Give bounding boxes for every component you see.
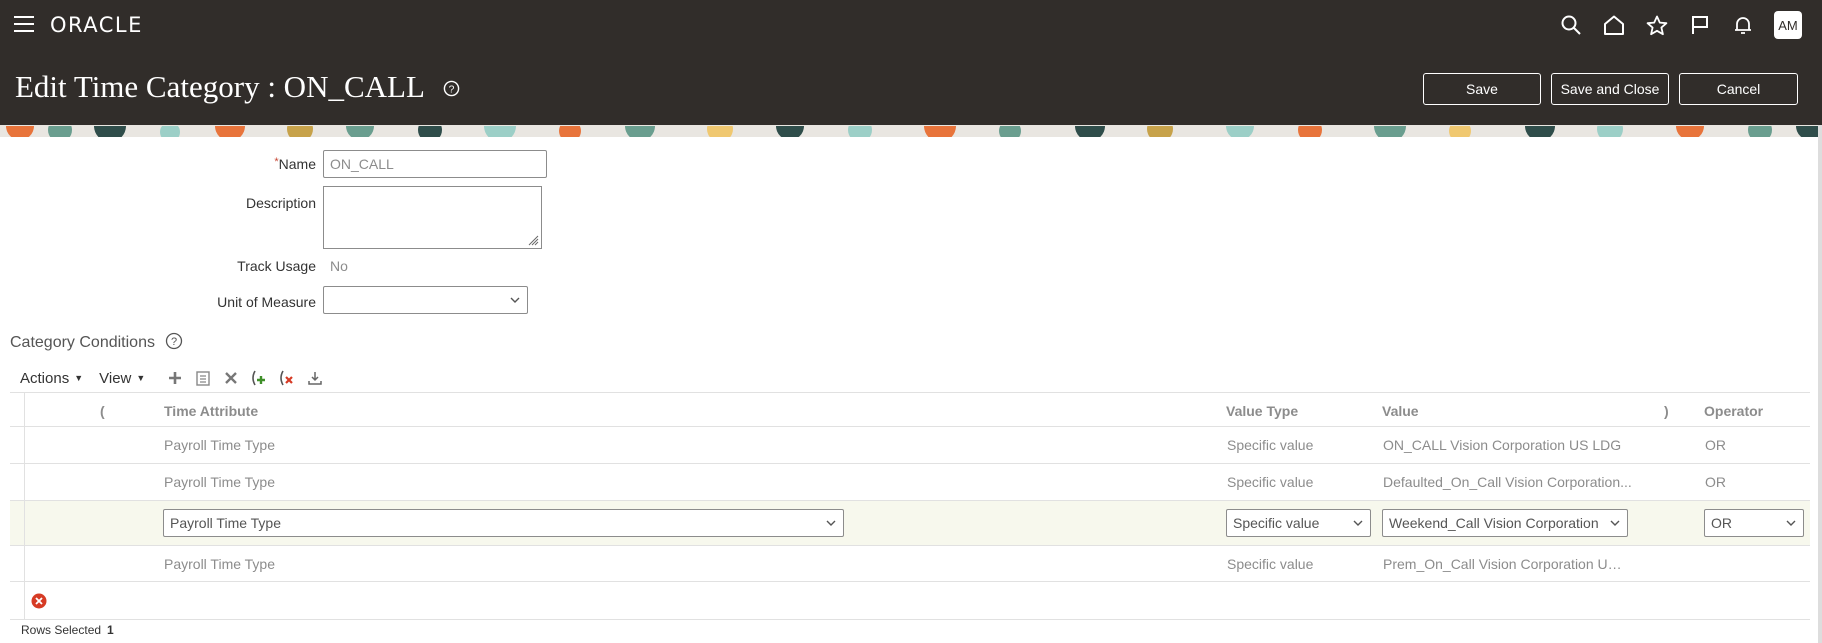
oracle-logo[interactable]: ORACLE — [50, 13, 143, 37]
table-row-selected[interactable]: Payroll Time Type Specific value Weekend… — [10, 501, 1810, 546]
view-menu[interactable]: View ▼ — [99, 370, 145, 387]
add-icon[interactable] — [161, 367, 189, 389]
chevron-down-icon — [1353, 520, 1363, 526]
help-icon[interactable]: ? — [165, 332, 183, 350]
unit-of-measure-select[interactable] — [323, 286, 528, 314]
time-attribute-cell: Payroll Time Type — [164, 556, 276, 572]
value-type-cell: Specific value — [1227, 474, 1314, 490]
operator-value: OR — [1711, 515, 1732, 531]
col-time-attribute[interactable]: Time Attribute — [164, 403, 258, 419]
bell-icon[interactable] — [1721, 10, 1764, 40]
delete-icon[interactable] — [217, 367, 245, 389]
row-marker — [10, 501, 25, 545]
name-label: *Name — [274, 156, 316, 172]
page-title: Edit Time Category : ON_CALL — [15, 69, 425, 104]
flag-icon[interactable] — [1678, 10, 1721, 40]
star-icon[interactable] — [1635, 10, 1678, 40]
home-icon[interactable] — [1592, 10, 1635, 40]
row-marker — [10, 393, 25, 426]
table-row-error — [10, 582, 1810, 620]
time-attribute-cell: Payroll Time Type — [164, 474, 276, 490]
error-icon[interactable] — [31, 593, 47, 609]
page-scrollbar[interactable] — [1818, 125, 1822, 643]
value-type-select[interactable]: Specific value — [1226, 509, 1371, 537]
value-cell: ON_CALL Vision Corporation US LDG — [1383, 437, 1622, 453]
track-usage-value: No — [330, 258, 348, 274]
chevron-down-icon — [1610, 520, 1620, 526]
resize-handle-icon[interactable] — [527, 234, 539, 246]
chevron-down-icon — [510, 297, 520, 303]
conditions-toolbar: Actions ▼ View ▼ — [20, 366, 329, 390]
global-icons: AM — [1549, 10, 1802, 40]
name-input[interactable]: ON_CALL — [323, 150, 547, 178]
save-and-close-button[interactable]: Save and Close — [1551, 73, 1669, 105]
time-attribute-cell: Payroll Time Type — [164, 437, 276, 453]
search-icon[interactable] — [1549, 10, 1592, 40]
value-value: Weekend_Call Vision Corporation U — [1389, 515, 1603, 531]
svg-text:?: ? — [171, 336, 177, 348]
col-operator[interactable]: Operator — [1704, 403, 1763, 419]
unit-of-measure-label: Unit of Measure — [217, 294, 316, 310]
menu-icon[interactable] — [14, 16, 34, 32]
time-attribute-value: Payroll Time Type — [170, 515, 282, 531]
help-icon[interactable]: ? — [443, 80, 460, 97]
description-label: Description — [245, 195, 316, 211]
cancel-button[interactable]: Cancel — [1679, 73, 1798, 105]
col-open-paren[interactable]: ( — [100, 403, 105, 419]
row-marker — [10, 582, 25, 619]
value-type-value: Specific value — [1233, 515, 1320, 531]
rows-selected-label: Rows Selected — [21, 623, 102, 637]
global-header: ORACLE AM — [0, 0, 1822, 50]
user-avatar[interactable]: AM — [1774, 11, 1802, 39]
svg-text:?: ? — [449, 84, 455, 95]
value-cell: Prem_On_Call Vision Corporation US ... — [1383, 556, 1628, 572]
duplicate-icon[interactable] — [189, 367, 217, 389]
value-type-cell: Specific value — [1227, 556, 1314, 572]
category-conditions-title: Category Conditions ? — [10, 332, 183, 352]
export-icon[interactable] — [301, 367, 329, 389]
value-cell: Defaulted_On_Call Vision Corporation... — [1383, 474, 1632, 490]
table-header-row: ( Time Attribute Value Type Value ) Oper… — [10, 392, 1810, 427]
rows-selected-status: Rows Selected 1 — [21, 623, 114, 637]
operator-cell: OR — [1705, 474, 1726, 490]
rows-selected-count: 1 — [107, 623, 114, 637]
col-close-paren[interactable]: ) — [1664, 403, 1669, 419]
value-select[interactable]: Weekend_Call Vision Corporation U — [1382, 509, 1628, 537]
chevron-down-icon — [1786, 520, 1796, 526]
remove-condition-icon[interactable] — [273, 367, 301, 389]
row-marker — [10, 427, 25, 463]
row-marker — [10, 464, 25, 500]
track-usage-label: Track Usage — [237, 258, 316, 274]
row-marker — [10, 546, 25, 581]
operator-select[interactable]: OR — [1704, 509, 1804, 537]
chevron-down-icon — [826, 520, 836, 526]
decorative-banner — [0, 125, 1822, 137]
time-attribute-select[interactable]: Payroll Time Type — [163, 509, 844, 537]
description-field[interactable] — [323, 186, 542, 249]
value-type-cell: Specific value — [1227, 437, 1314, 453]
page-header: Edit Time Category : ON_CALL ? Save Save… — [0, 50, 1822, 125]
col-value-type[interactable]: Value Type — [1226, 403, 1298, 419]
table-row[interactable]: Payroll Time Type Specific value Default… — [10, 464, 1810, 501]
table-row[interactable]: Payroll Time Type Specific value Prem_On… — [10, 546, 1810, 582]
col-value[interactable]: Value — [1382, 403, 1419, 419]
operator-cell: OR — [1705, 437, 1726, 453]
actions-menu[interactable]: Actions ▼ — [20, 370, 83, 387]
add-condition-icon[interactable] — [245, 367, 273, 389]
table-row[interactable]: Payroll Time Type Specific value ON_CALL… — [10, 427, 1810, 464]
save-button[interactable]: Save — [1423, 73, 1541, 105]
